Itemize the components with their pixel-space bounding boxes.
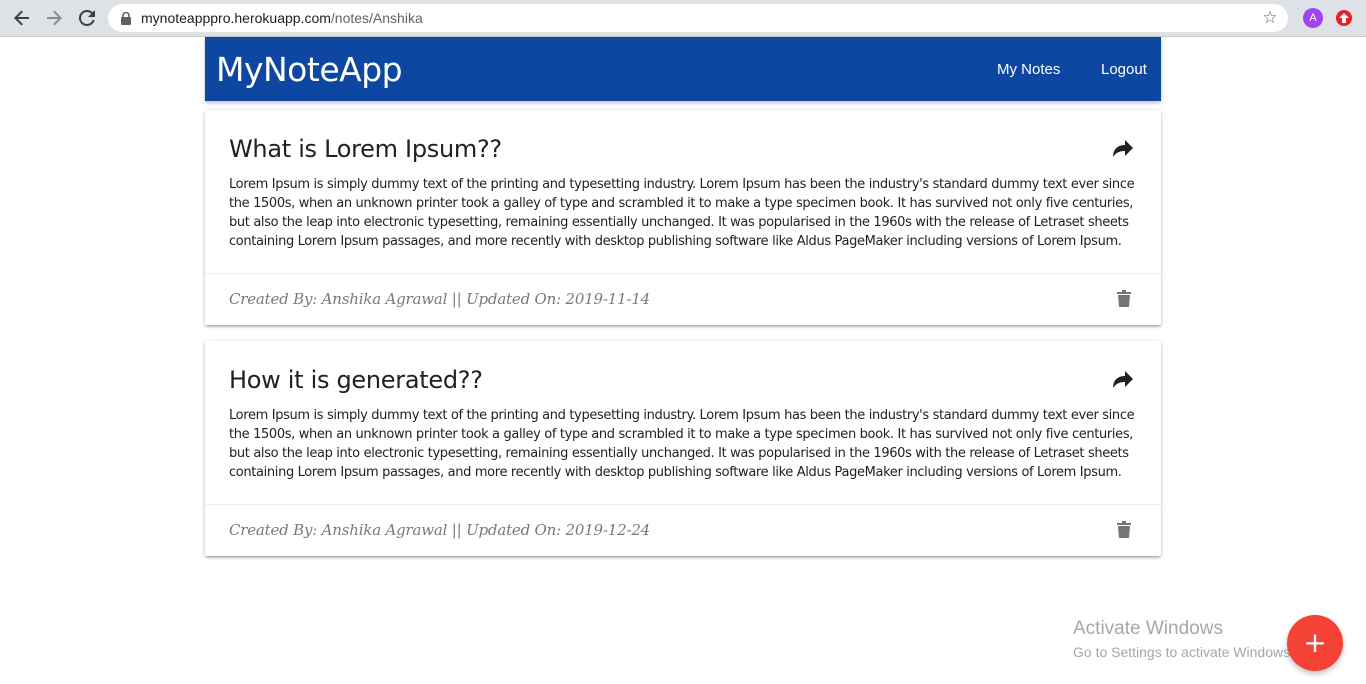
profile-avatar[interactable]: A — [1303, 8, 1323, 28]
lock-icon — [120, 11, 132, 25]
note-card: How it is generated?? Lorem Ipsum is sim… — [205, 341, 1161, 556]
url-host: mynoteapppro.herokuapp.com — [141, 10, 331, 26]
watermark-title: Activate Windows — [1073, 618, 1223, 639]
plus-icon: + — [1303, 626, 1327, 659]
share-icon[interactable] — [1113, 140, 1133, 158]
note-footer: Created By: Anshika Agrawal || Updated O… — [229, 521, 651, 539]
nav-logout[interactable]: Logout — [1101, 61, 1147, 78]
note-body: Lorem Ipsum is simply dummy text of the … — [229, 177, 1135, 249]
trash-icon[interactable] — [1117, 521, 1131, 538]
share-icon[interactable] — [1113, 371, 1133, 389]
address-bar[interactable]: mynoteapppro.herokuapp.com/notes/Anshika… — [108, 4, 1288, 32]
note-title: How it is generated?? — [229, 366, 483, 394]
extension-icon[interactable] — [1336, 10, 1352, 26]
card-divider — [205, 504, 1161, 505]
trash-icon[interactable] — [1117, 290, 1131, 307]
card-divider — [205, 273, 1161, 274]
browser-toolbar: mynoteapppro.herokuapp.com/notes/Anshika… — [0, 0, 1366, 37]
activate-windows-watermark: Activate Windows Go to Settings to activ… — [1073, 618, 1294, 660]
back-icon[interactable] — [10, 7, 34, 29]
app-header: MyNoteApp My Notes Logout — [205, 37, 1161, 101]
note-body: Lorem Ipsum is simply dummy text of the … — [229, 408, 1135, 480]
nav-my-notes[interactable]: My Notes — [997, 61, 1060, 78]
reload-icon[interactable] — [75, 7, 99, 29]
url-path: /notes/Anshika — [330, 10, 423, 26]
add-note-button[interactable]: + — [1287, 615, 1343, 671]
note-title: What is Lorem Ipsum?? — [229, 135, 502, 163]
brand-logo[interactable]: MyNoteApp — [216, 50, 403, 89]
watermark-subtitle: Go to Settings to activate Windows. — [1073, 644, 1294, 660]
note-footer: Created By: Anshika Agrawal || Updated O… — [229, 290, 651, 308]
note-card: What is Lorem Ipsum?? Lorem Ipsum is sim… — [205, 110, 1161, 325]
forward-icon[interactable] — [42, 7, 66, 29]
url-text: mynoteapppro.herokuapp.com/notes/Anshika — [141, 10, 423, 26]
star-icon[interactable]: ☆ — [1260, 8, 1280, 28]
